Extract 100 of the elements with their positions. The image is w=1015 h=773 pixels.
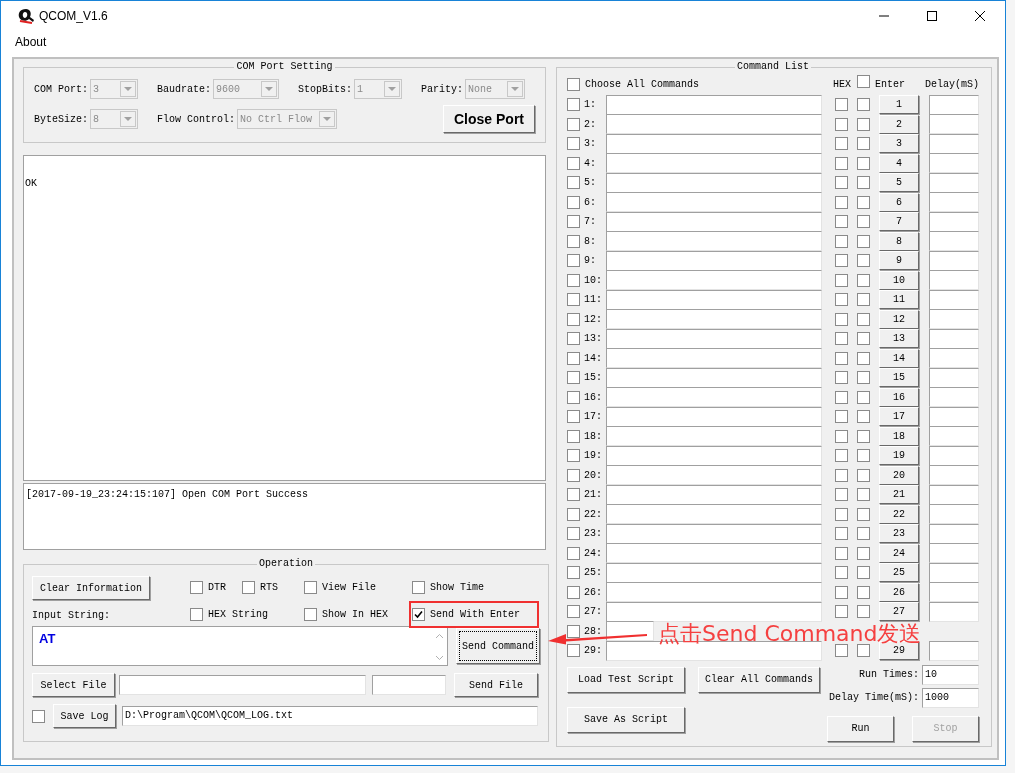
checkbox[interactable] (567, 468, 580, 482)
checkbox[interactable] (835, 605, 848, 619)
checkbox[interactable] (857, 644, 870, 658)
checkbox[interactable] (567, 332, 580, 346)
checkbox[interactable] (567, 488, 580, 502)
maximize-icon[interactable] (927, 11, 937, 21)
checkbox[interactable] (567, 156, 580, 170)
checkbox[interactable] (857, 98, 870, 112)
checkbox[interactable] (567, 351, 580, 365)
clear-all-commands-button[interactable]: Clear All Commands (698, 666, 820, 693)
checkbox[interactable] (835, 156, 848, 170)
delay-field[interactable] (929, 523, 979, 544)
send-row-button[interactable]: 25 (879, 563, 919, 583)
command-field[interactable] (606, 465, 822, 486)
checkbox[interactable] (857, 566, 870, 580)
checkbox[interactable] (567, 371, 580, 385)
checkbox[interactable] (835, 429, 848, 443)
delay-field[interactable] (929, 289, 979, 310)
checkbox[interactable] (857, 488, 870, 502)
checkbox[interactable] (857, 605, 870, 619)
checkbox[interactable] (567, 527, 580, 541)
delay-field[interactable] (929, 348, 979, 369)
checkbox[interactable] (857, 117, 870, 131)
command-field[interactable] (606, 94, 822, 115)
checkbox[interactable] (835, 351, 848, 365)
checkbox[interactable] (857, 312, 870, 326)
checkbox[interactable] (856, 75, 870, 88)
delay-field[interactable] (929, 504, 979, 525)
checkbox[interactable] (567, 429, 580, 443)
command-field[interactable] (606, 250, 822, 271)
send-row-button[interactable]: 26 (879, 582, 919, 602)
checkbox[interactable] (835, 507, 848, 521)
send-row-button[interactable]: 24 (879, 543, 919, 563)
delay-field[interactable] (929, 270, 979, 291)
checkbox[interactable] (567, 137, 580, 151)
send-row-button[interactable]: 1 (879, 95, 919, 115)
checkbox[interactable] (567, 644, 580, 658)
checkbox[interactable] (835, 585, 848, 599)
delay-field[interactable] (929, 562, 979, 583)
checkbox[interactable] (567, 293, 580, 307)
checkbox[interactable] (567, 215, 580, 229)
checkbox[interactable] (567, 77, 580, 91)
command-field[interactable] (606, 231, 822, 252)
delay-field[interactable] (929, 387, 979, 408)
checkbox[interactable] (567, 546, 580, 560)
delay-field[interactable] (929, 172, 979, 193)
delay-field[interactable] (929, 211, 979, 232)
checkbox[interactable] (567, 566, 580, 580)
checkbox[interactable] (857, 429, 870, 443)
delay-field[interactable] (929, 465, 979, 486)
command-field[interactable] (606, 582, 822, 603)
delay-field[interactable] (929, 231, 979, 252)
checkbox[interactable] (835, 410, 848, 424)
delay-field[interactable] (929, 309, 979, 330)
command-field[interactable] (606, 328, 822, 349)
checkbox[interactable] (835, 488, 848, 502)
delay-field[interactable] (929, 153, 979, 174)
close-port-button[interactable]: Close Port (443, 105, 535, 133)
command-field[interactable] (606, 406, 822, 427)
close-icon[interactable] (975, 11, 985, 21)
checkbox[interactable] (567, 273, 580, 287)
send-command-button[interactable]: Send Command (456, 628, 540, 664)
checkbox[interactable] (857, 449, 870, 463)
checkbox[interactable] (857, 546, 870, 560)
send-row-button[interactable]: 19 (879, 446, 919, 466)
command-field[interactable] (606, 270, 822, 291)
clear-information-button[interactable]: Clear Information (32, 576, 150, 600)
delay-field[interactable] (929, 640, 979, 661)
file-path-field[interactable] (119, 675, 366, 695)
delay-field[interactable] (929, 250, 979, 271)
send-row-button[interactable]: 4 (879, 153, 919, 173)
log-text-area[interactable]: [2017-09-19_23:24:15:107] Open COM Port Success (23, 483, 546, 550)
checkbox[interactable] (567, 507, 580, 521)
command-field[interactable] (606, 484, 822, 505)
delay-field[interactable] (929, 484, 979, 505)
checkbox[interactable] (835, 449, 848, 463)
checkbox[interactable] (835, 273, 848, 287)
checkbox[interactable] (857, 293, 870, 307)
command-field[interactable] (606, 153, 822, 174)
send-row-button[interactable]: 18 (879, 426, 919, 446)
command-field[interactable] (606, 504, 822, 525)
checkbox[interactable] (835, 176, 848, 190)
checkbox[interactable] (857, 585, 870, 599)
command-field[interactable] (606, 523, 822, 544)
send-row-button[interactable]: 14 (879, 348, 919, 368)
command-field[interactable] (606, 114, 822, 135)
checkbox[interactable] (567, 195, 580, 209)
send-row-button[interactable]: 21 (879, 485, 919, 505)
file-size-field[interactable] (372, 675, 446, 695)
checkbox[interactable] (835, 527, 848, 541)
checkbox[interactable] (567, 624, 580, 638)
command-field[interactable] (606, 543, 822, 564)
checkbox[interactable] (835, 234, 848, 248)
command-field[interactable] (606, 348, 822, 369)
send-row-button[interactable]: 11 (879, 290, 919, 310)
checkbox[interactable] (857, 254, 870, 268)
command-field[interactable] (606, 172, 822, 193)
checkbox[interactable] (857, 390, 870, 404)
send-row-button[interactable]: 20 (879, 465, 919, 485)
send-row-button[interactable]: 2 (879, 114, 919, 134)
